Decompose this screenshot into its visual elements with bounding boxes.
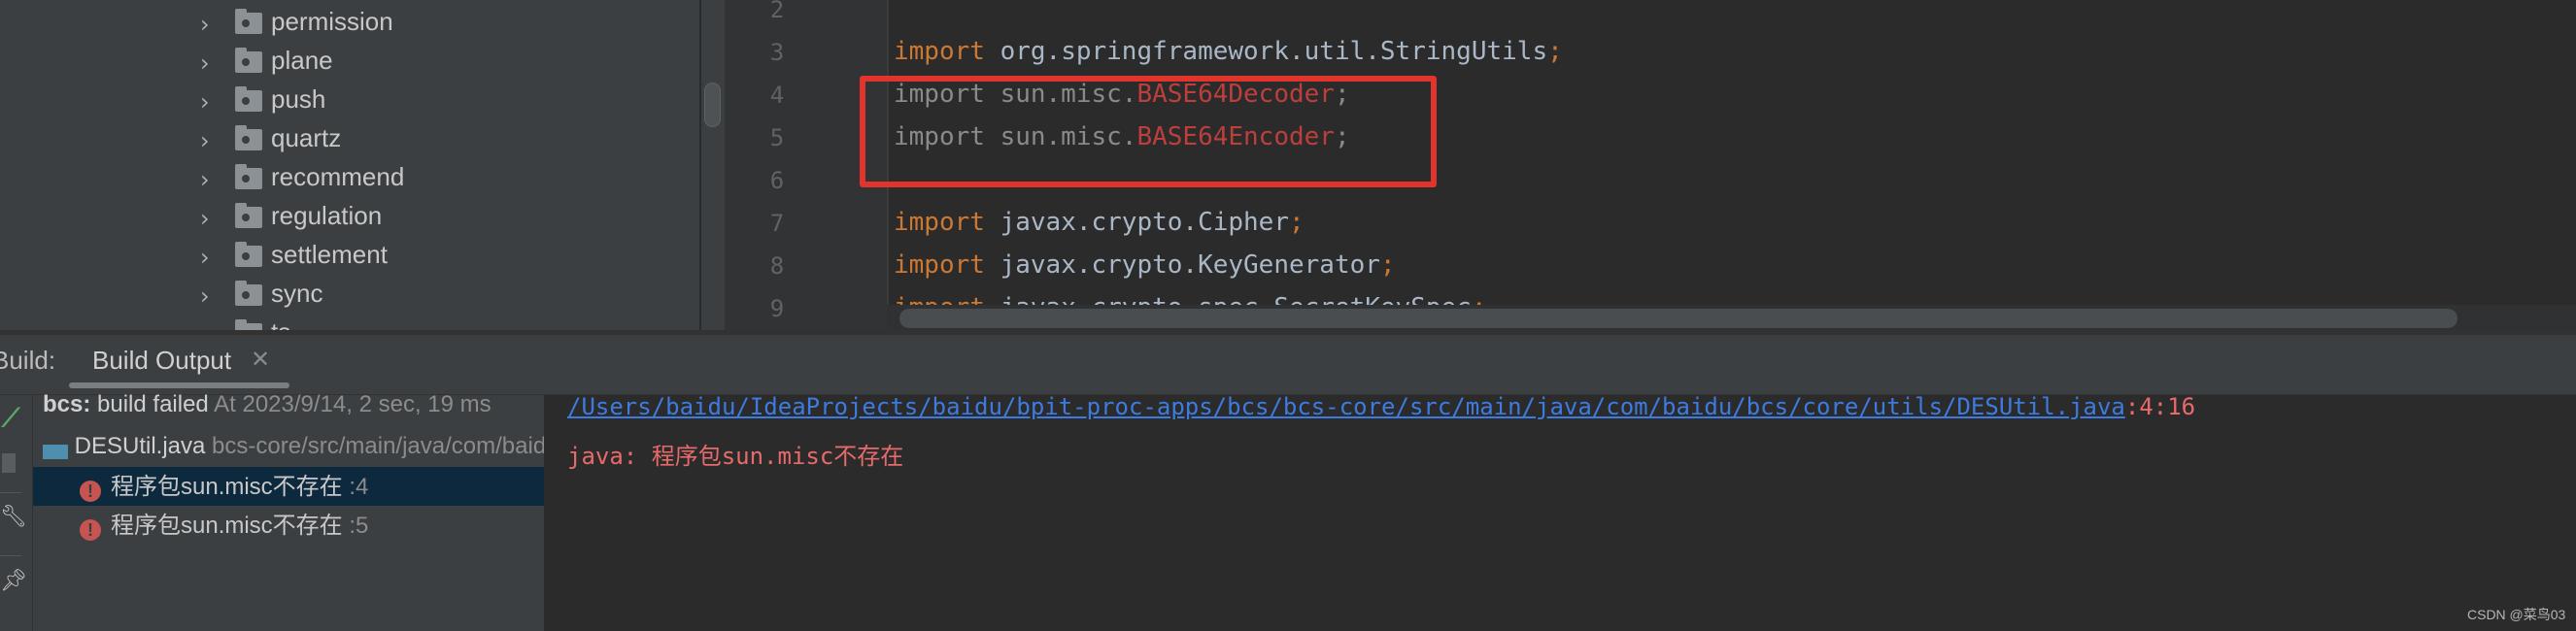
code-token: ; (1379, 250, 1396, 280)
watermark: CSDN @菜鸟03 (2467, 607, 2566, 622)
project-tree: › permission › plane › push › quartz › recommend ›… (0, 0, 699, 349)
project-name: bcs: (43, 391, 91, 417)
code-token: ; (1547, 37, 1563, 66)
tree-item-label: permission (271, 9, 393, 36)
tree-item-label: push (271, 86, 326, 114)
code-token: javax.crypto.KeyGenerator (984, 250, 1380, 280)
build-status: build failed (90, 391, 209, 417)
chevron-right-icon[interactable]: › (200, 205, 210, 232)
package-folder-icon (235, 242, 262, 267)
error-line: :5 (342, 513, 369, 539)
error-text: 程序包sun.misc不存在 (111, 474, 343, 500)
chevron-right-icon[interactable]: › (200, 11, 210, 38)
chevron-right-icon[interactable]: › (200, 166, 210, 193)
code-token: ; (1289, 208, 1305, 237)
build-label: Build: (0, 346, 56, 375)
package-folder-icon (235, 86, 262, 112)
file-position: :4:16 (2124, 393, 2196, 420)
file-link[interactable]: /Users/baidu/IdeaProjects/baidu/bpit-pro… (567, 393, 2125, 420)
wrench-icon[interactable]: 🔧︎ (0, 504, 27, 529)
build-summary-row[interactable]: bcs: build failed At 2023/9/14, 2 sec, 1… (33, 391, 544, 430)
line-number: 2 (769, 0, 785, 23)
divider (0, 492, 21, 493)
package-folder-icon (235, 125, 262, 150)
package-folder-icon (235, 9, 262, 34)
line-number: 7 (769, 210, 785, 237)
error-icon: ! (80, 519, 101, 541)
code-token: import (894, 208, 985, 237)
line-number: 8 (769, 252, 785, 280)
error-text: 程序包sun.misc不存在 (111, 513, 343, 539)
editor-horizontal-scrollbar[interactable] (899, 309, 2457, 328)
tree-item-recommend[interactable]: › recommend (0, 164, 699, 203)
build-toolbar: ⟋ 🔧︎ 📌︎ (0, 395, 33, 631)
build-tab-bar (0, 330, 2576, 395)
chevron-right-icon[interactable]: › (200, 282, 210, 310)
tree-item-settlement[interactable]: › settlement (0, 242, 699, 281)
error-line: :4 (342, 474, 369, 500)
tree-item-permission[interactable]: › permission (0, 9, 699, 48)
error-icon: ! (80, 481, 101, 502)
line-number: 3 (769, 39, 785, 66)
tree-item-sync[interactable]: › sync (0, 281, 699, 319)
file-name: DESUtil.java (74, 433, 206, 459)
code-token: import (894, 37, 985, 66)
chevron-right-icon[interactable]: › (200, 244, 210, 271)
code-token: org.springframework.util.StringUtils (984, 37, 1548, 66)
line-number: 9 (769, 295, 785, 322)
tree-item-label: sync (271, 281, 323, 308)
hammer-icon[interactable]: ⟋ (2, 403, 19, 434)
line-number: 4 (769, 82, 785, 109)
chevron-right-icon[interactable]: › (200, 50, 210, 77)
error-row[interactable]: ! 程序包sun.misc不存在 :5 (33, 506, 544, 545)
project-tree-scrollbar[interactable] (704, 83, 721, 127)
tree-item-label: quartz (271, 125, 342, 152)
output-error-message: java: 程序包sun.misc不存在 (567, 443, 904, 470)
code-token: import (894, 250, 985, 280)
tab-build-output[interactable]: Build Output (92, 346, 231, 376)
chevron-right-icon[interactable]: › (200, 127, 210, 154)
file-row[interactable]: DESUtil.java bcs-core/src/main/java/com/… (33, 430, 544, 469)
line-number: 5 (769, 124, 785, 151)
active-tab-indicator (69, 382, 289, 388)
tree-item-label: plane (271, 48, 333, 75)
error-row[interactable]: ! 程序包sun.misc不存在 :4 (33, 467, 544, 506)
java-file-icon (43, 430, 68, 459)
divider (0, 555, 21, 556)
tree-item-push[interactable]: › push (0, 86, 699, 125)
build-output-console[interactable] (544, 395, 2576, 631)
package-folder-icon (235, 48, 262, 73)
code-token: javax.crypto.Cipher (984, 208, 1289, 237)
build-meta: At 2023/9/14, 2 sec, 19 ms (208, 391, 491, 417)
project-tree-scrollbar-track (701, 0, 725, 330)
file-path: bcs-core/src/main/java/com/baidu/bcs/cor… (212, 433, 544, 459)
stop-icon[interactable] (2, 453, 16, 473)
tree-item-label: regulation (271, 203, 383, 230)
tree-item-label: settlement (271, 242, 388, 269)
code-line[interactable]: import javax.crypto.Cipher; (894, 208, 1305, 237)
tree-item-regulation[interactable]: › regulation (0, 203, 699, 242)
tree-item-label: recommend (271, 164, 405, 191)
close-icon[interactable]: ✕ (251, 346, 270, 374)
package-folder-icon (235, 203, 262, 228)
package-folder-icon (235, 281, 262, 306)
code-line[interactable]: import javax.crypto.KeyGenerator; (894, 250, 1396, 280)
code-line[interactable]: import org.springframework.util.StringUt… (894, 37, 1563, 66)
line-number: 6 (769, 167, 785, 194)
pin-icon[interactable]: 📌︎ (0, 568, 27, 593)
output-file-link[interactable]: /Users/baidu/IdeaProjects/baidu/bpit-pro… (567, 393, 2195, 420)
tree-item-plane[interactable]: › plane (0, 48, 699, 86)
highlight-box (860, 76, 1437, 187)
chevron-right-icon[interactable]: › (200, 88, 210, 116)
package-folder-icon (235, 164, 262, 189)
tree-item-quartz[interactable]: › quartz (0, 125, 699, 164)
